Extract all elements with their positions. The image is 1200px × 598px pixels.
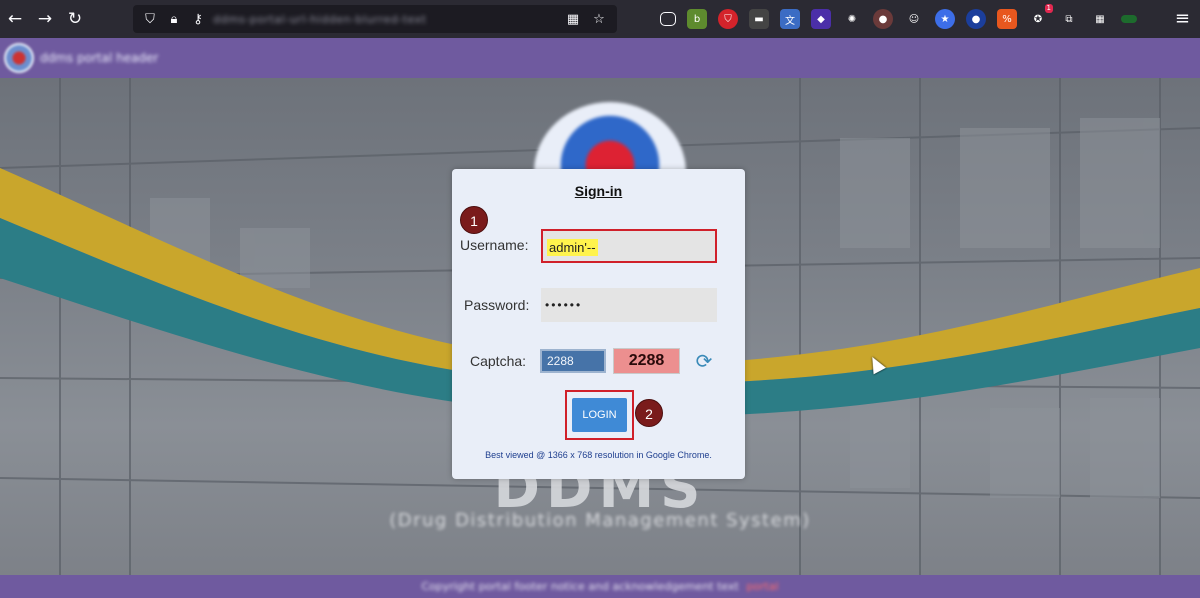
site-title: ddms portal header [40,51,159,65]
captcha-input[interactable]: 2288 [540,349,606,373]
key-icon[interactable]: ⚷ [189,12,207,27]
password-field[interactable]: •••••• [541,288,717,322]
login-card: Sign-in Username: admin'-- Password: •••… [452,169,745,479]
url-text: ddms-portal-url-hidden-blurred-text [213,12,427,26]
refresh-captcha-icon[interactable]: ⟳ [693,349,715,373]
background-subtitle: (Drug Distribution Management System) [389,510,811,531]
cookie-extension-icon[interactable]: ✺ [842,9,862,29]
red-extension-icon[interactable]: ⛉ [718,9,738,29]
burp-extension-icon[interactable]: b [687,9,707,29]
browser-toolbar: ← → ↻ ⛉ 🔒︎ ⚷ ddms-portal-url-hidden-blur… [0,0,1200,38]
forward-button[interactable]: → [30,4,60,34]
browser-note: Best viewed @ 1366 x 768 resolution in G… [485,450,712,460]
pocket-icon[interactable] [660,12,676,26]
username-field[interactable]: admin'-- [541,229,717,263]
address-bar[interactable]: ⛉ 🔒︎ ⚷ ddms-portal-url-hidden-blurred-te… [133,5,617,33]
apps-icon[interactable]: ▦ [1090,9,1110,29]
mask-extension-icon[interactable]: ☺ [904,9,924,29]
lock-icon[interactable]: 🔒︎ [165,12,183,27]
star-extension-icon[interactable]: ★ [935,9,955,29]
purple-extension-icon[interactable]: ◆ [811,9,831,29]
green-extension-icon[interactable] [1121,15,1137,23]
username-label: Username: [460,237,529,253]
site-logo [4,43,34,73]
captcha-label: Captcha: [470,353,527,369]
brown-extension-icon[interactable]: ● [873,9,893,29]
translate-extension-icon[interactable]: 文 [780,9,800,29]
step-marker-1: 1 [460,206,488,234]
hamburger-menu-icon[interactable]: ≡ [1175,8,1190,29]
blue-circle-extension-icon[interactable]: ● [966,9,986,29]
username-value: admin'-- [547,239,598,256]
extensions-row: b ⛉ ▬ 文 ◆ ✺ ● ☺ ★ ● % ✪ 1 ⧉ ▦ [660,4,1148,32]
login-button[interactable]: LOGIN [572,398,627,432]
bookmark-star-icon[interactable]: ☆ [589,12,609,27]
puzzle-icon[interactable]: ⧉ [1059,9,1079,29]
percent-extension-icon[interactable]: % [997,9,1017,29]
notification-extension-icon[interactable]: ✪ 1 [1028,4,1053,29]
back-button[interactable]: ← [0,4,30,34]
password-label: Password: [464,297,530,313]
footer-link[interactable]: portal [746,580,778,593]
reload-button[interactable]: ↻ [60,4,90,34]
shield-icon[interactable]: ⛉ [141,12,159,27]
footer-text: Copyright portal footer notice and ackno… [421,580,739,593]
site-header: ddms portal header [0,38,1200,78]
grid-icon[interactable]: ▦ [563,12,583,27]
dark-extension-icon[interactable]: ▬ [749,9,769,29]
sign-in-title: Sign-in [574,183,623,199]
login-highlight-box: LOGIN [565,390,634,440]
captcha-image: 2288 [613,348,680,374]
step-marker-2: 2 [635,399,663,427]
site-footer: Copyright portal footer notice and ackno… [0,575,1200,598]
